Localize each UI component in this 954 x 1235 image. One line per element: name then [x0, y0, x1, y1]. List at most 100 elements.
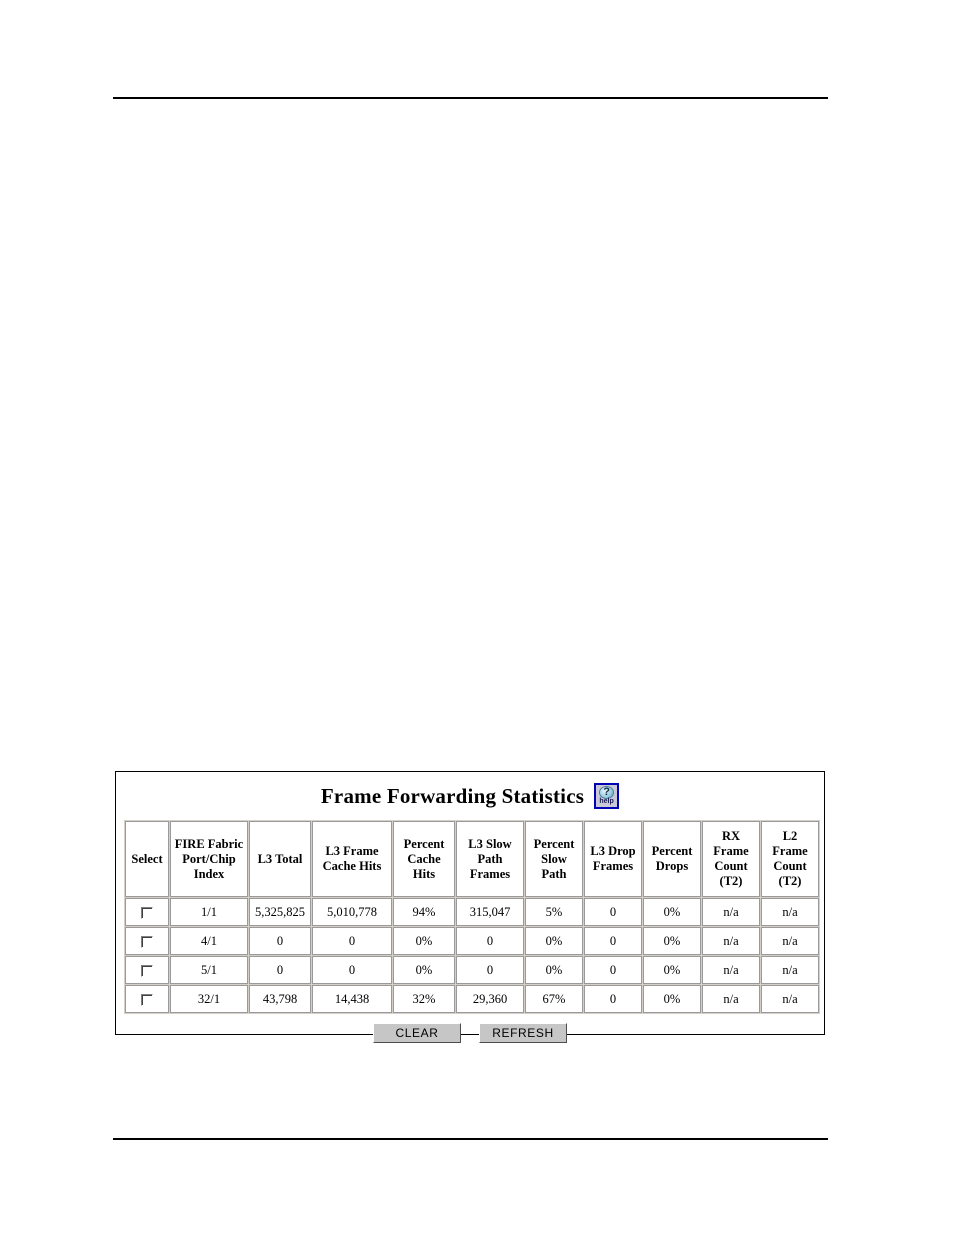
header-line: Select [131, 851, 163, 866]
header-line: L3 Slow [468, 836, 512, 851]
header-line: Frame [713, 844, 749, 858]
help-icon[interactable]: help [594, 783, 620, 809]
column-header-percent-cache-hits: Percent Cache Hits [393, 821, 455, 897]
column-header-l2-frame-count-t2: L2 Frame Count (T2) [761, 821, 819, 897]
cell-port-chip-index: 4/1 [170, 927, 248, 955]
cell-l3-drop-frames: 0 [584, 985, 642, 1013]
header-line: Path [541, 866, 567, 881]
cell-percent-drops: 0% [643, 956, 701, 984]
table-row: 32/1 43,798 14,438 32% 29,360 67% 0 0% n… [125, 985, 819, 1013]
cell-l3-drop-frames: 0 [584, 898, 642, 926]
cell-port-chip-index: 5/1 [170, 956, 248, 984]
cell-percent-slow-path: 5% [525, 898, 583, 926]
statistics-table-wrapper: Select FIRE Fabric Port/Chip Index L3 To… [116, 820, 824, 1014]
frame-forwarding-statistics-table: Select FIRE Fabric Port/Chip Index L3 To… [124, 820, 820, 1014]
cell-port-chip-index: 32/1 [170, 985, 248, 1013]
cell-percent-slow-path: 67% [525, 985, 583, 1013]
cell-l3-drop-frames: 0 [584, 956, 642, 984]
row-select-cell[interactable] [125, 956, 169, 984]
table-body: 1/1 5,325,825 5,010,778 94% 315,047 5% 0… [125, 898, 819, 1013]
cell-l3-slow-path-frames: 315,047 [456, 898, 524, 926]
header-line: Drops [655, 859, 689, 873]
help-icon-label: help [599, 798, 614, 805]
cell-l3-frame-cache-hits: 0 [312, 927, 392, 955]
page-footer-rule [113, 1138, 828, 1140]
header-line: Count [773, 859, 807, 873]
header-line: Percent [533, 836, 575, 851]
column-header-fire-fabric-port-chip-index: FIRE Fabric Port/Chip Index [170, 821, 248, 897]
header-line: Count [714, 859, 748, 873]
cell-l3-drop-frames: 0 [584, 927, 642, 955]
cell-rx-frame-count-t2: n/a [702, 898, 760, 926]
column-header-l3-total: L3 Total [249, 821, 311, 897]
cell-l3-frame-cache-hits: 5,010,778 [312, 898, 392, 926]
header-line: Cache [407, 851, 441, 866]
cell-percent-drops: 0% [643, 985, 701, 1013]
row-select-checkbox[interactable] [141, 965, 153, 978]
refresh-button[interactable]: REFRESH [479, 1023, 567, 1043]
table-row: 1/1 5,325,825 5,010,778 94% 315,047 5% 0… [125, 898, 819, 926]
table-row: 5/1 0 0 0% 0 0% 0 0% n/a n/a [125, 956, 819, 984]
column-header-rx-frame-count-t2: RX Frame Count (T2) [702, 821, 760, 897]
row-select-checkbox[interactable] [141, 994, 153, 1007]
cell-rx-frame-count-t2: n/a [702, 927, 760, 955]
header-line: Port/Chip [182, 851, 236, 866]
header-line: Frame [772, 844, 808, 858]
header-line: Cache Hits [322, 859, 382, 873]
header-line: RX [721, 829, 741, 843]
cell-percent-cache-hits: 32% [393, 985, 455, 1013]
cell-percent-cache-hits: 0% [393, 956, 455, 984]
column-header-l3-frame-cache-hits: L3 Frame Cache Hits [312, 821, 392, 897]
header-line: L3 Frame [325, 844, 379, 858]
table-header-row: Select FIRE Fabric Port/Chip Index L3 To… [125, 821, 819, 897]
header-line: Path [477, 851, 503, 866]
header-line: Frames [469, 866, 511, 881]
cell-port-chip-index: 1/1 [170, 898, 248, 926]
cell-l2-frame-count-t2: n/a [761, 898, 819, 926]
cell-l3-frame-cache-hits: 14,438 [312, 985, 392, 1013]
column-header-l3-slow-path-frames: L3 Slow Path Frames [456, 821, 524, 897]
cell-percent-slow-path: 0% [525, 956, 583, 984]
row-select-checkbox[interactable] [141, 936, 153, 949]
cell-l3-frame-cache-hits: 0 [312, 956, 392, 984]
panel-title-row: Frame Forwarding Statistics help [116, 772, 824, 820]
cell-l3-total: 43,798 [249, 985, 311, 1013]
cell-percent-drops: 0% [643, 927, 701, 955]
header-line: Index [193, 866, 225, 881]
page-title: Frame Forwarding Statistics [320, 783, 585, 808]
header-line: L3 Drop [590, 844, 636, 858]
header-line: Frames [592, 859, 634, 873]
cell-percent-cache-hits: 94% [393, 898, 455, 926]
cell-rx-frame-count-t2: n/a [702, 985, 760, 1013]
column-header-percent-slow-path: Percent Slow Path [525, 821, 583, 897]
cell-l3-slow-path-frames: 29,360 [456, 985, 524, 1013]
column-header-select: Select [125, 821, 169, 897]
header-line: L3 Total [257, 851, 303, 866]
header-line: (T2) [778, 874, 802, 888]
clear-button[interactable]: CLEAR [373, 1023, 461, 1043]
page-header-rule [113, 97, 828, 99]
cell-l3-slow-path-frames: 0 [456, 956, 524, 984]
row-select-checkbox[interactable] [141, 907, 153, 920]
cell-percent-drops: 0% [643, 898, 701, 926]
cell-l2-frame-count-t2: n/a [761, 956, 819, 984]
column-header-l3-drop-frames: L3 Drop Frames [584, 821, 642, 897]
header-line: FIRE Fabric [174, 836, 244, 851]
cell-l3-total: 5,325,825 [249, 898, 311, 926]
cell-percent-slow-path: 0% [525, 927, 583, 955]
row-select-cell[interactable] [125, 927, 169, 955]
header-line: (T2) [719, 874, 743, 888]
table-row: 4/1 0 0 0% 0 0% 0 0% n/a n/a [125, 927, 819, 955]
header-line: Percent [651, 844, 693, 858]
cell-l2-frame-count-t2: n/a [761, 927, 819, 955]
row-select-cell[interactable] [125, 985, 169, 1013]
panel-button-bar: CLEAR REFRESH [116, 1023, 824, 1043]
cell-l3-total: 0 [249, 956, 311, 984]
frame-forwarding-statistics-panel: Frame Forwarding Statistics help Select … [115, 771, 825, 1043]
cell-l3-total: 0 [249, 927, 311, 955]
column-header-percent-drops: Percent Drops [643, 821, 701, 897]
cell-l2-frame-count-t2: n/a [761, 985, 819, 1013]
header-line: Hits [412, 866, 436, 881]
header-line: Percent [403, 836, 445, 851]
row-select-cell[interactable] [125, 898, 169, 926]
